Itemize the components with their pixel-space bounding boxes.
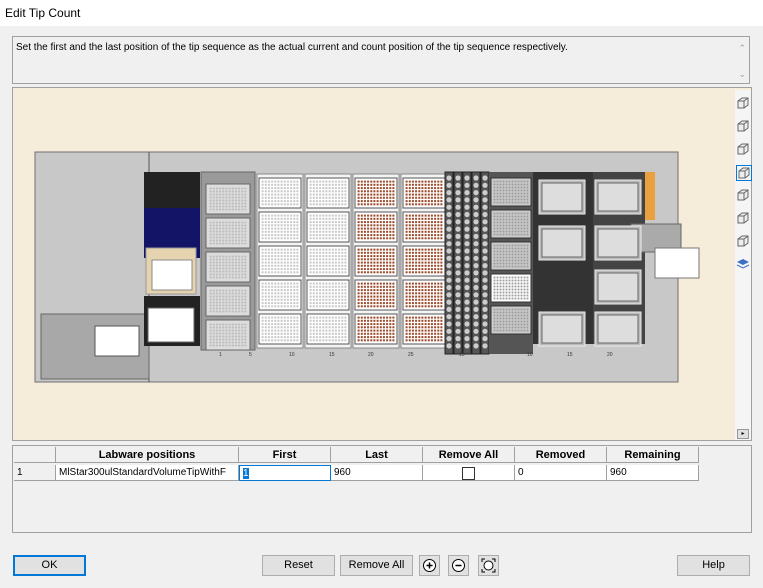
module-black — [144, 172, 200, 208]
waste-plate — [94, 325, 140, 357]
carrier-plate — [205, 285, 251, 317]
view-iso-3-icon[interactable] — [736, 142, 750, 156]
zoom-in-icon — [423, 559, 436, 572]
track-label: 15 — [567, 352, 573, 358]
cell-remove-all[interactable] — [423, 465, 515, 481]
zoom-fit-icon — [481, 558, 496, 573]
view-iso-6-icon[interactable] — [736, 211, 750, 225]
cell-remaining: 960 — [607, 465, 699, 481]
scroll-up-icon[interactable]: ⌃ — [738, 43, 746, 54]
track-label: 5 — [249, 352, 252, 358]
ok-button[interactable]: OK — [13, 555, 86, 576]
module-tan-inner — [151, 259, 193, 291]
title-bar: Edit Tip Count — [0, 0, 763, 26]
header-index — [14, 447, 56, 463]
track-label: 15 — [459, 352, 465, 358]
labware-grid: Labware positions First Last Remove All … — [12, 445, 752, 533]
instruction-text: Set the first and the last position of t… — [16, 42, 568, 53]
deck-viewer[interactable]: 1 5 10 15 20 25 15 10 15 20 ▸ — [12, 87, 752, 441]
view-iso-1-icon[interactable] — [736, 96, 750, 110]
cell-removed: 0 — [515, 465, 607, 481]
cell-labware[interactable]: MlStar300ulStandardVolumeTipWithF — [56, 465, 239, 481]
carrier-plate — [205, 183, 251, 215]
scroll-down-icon[interactable]: ⌄ — [738, 69, 746, 80]
reset-button[interactable]: Reset — [262, 555, 335, 576]
carrier-plate — [205, 319, 251, 351]
carrier-plate — [205, 251, 251, 283]
track-label: 15 — [329, 352, 335, 358]
zoom-out-button[interactable] — [448, 555, 469, 576]
orange-strip — [645, 172, 655, 220]
track-label: 1 — [219, 352, 222, 358]
cell-last[interactable]: 960 — [331, 465, 423, 481]
header-removed[interactable]: Removed — [515, 447, 607, 463]
remove-all-button[interactable]: Remove All — [340, 555, 413, 576]
resize-corner-icon[interactable]: ▸ — [737, 429, 749, 439]
first-value[interactable]: 1 — [243, 468, 249, 479]
layers-icon[interactable] — [736, 257, 750, 271]
header-last[interactable]: Last — [331, 447, 423, 463]
header-remaining[interactable]: Remaining — [607, 447, 699, 463]
view-iso-4-icon[interactable] — [736, 165, 752, 181]
view-iso-7-icon[interactable] — [736, 234, 750, 248]
carrier-plate — [205, 217, 251, 249]
track-label: 20 — [368, 352, 374, 358]
row-index: 1 — [14, 465, 56, 481]
cell-first[interactable]: 1 — [239, 465, 331, 481]
view-iso-5-icon[interactable] — [736, 188, 750, 202]
zoom-fit-button[interactable] — [478, 555, 499, 576]
zoom-out-icon — [452, 559, 465, 572]
header-remove-all[interactable]: Remove All — [423, 447, 515, 463]
header-first[interactable]: First — [239, 447, 331, 463]
deck-layout[interactable]: 1 5 10 15 20 25 15 10 15 20 — [13, 88, 733, 438]
track-label: 20 — [607, 352, 613, 358]
module-bottom-white — [147, 307, 195, 343]
instruction-box[interactable]: Set the first and the last position of t… — [12, 36, 750, 84]
window-title: Edit Tip Count — [5, 6, 81, 20]
right-white-box — [654, 247, 700, 279]
track-label: 25 — [408, 352, 414, 358]
track-label: 10 — [289, 352, 295, 358]
track-label: 10 — [527, 352, 533, 358]
zoom-in-button[interactable] — [419, 555, 440, 576]
header-labware[interactable]: Labware positions — [56, 447, 239, 463]
remove-all-checkbox[interactable] — [462, 467, 475, 480]
help-button[interactable]: Help — [677, 555, 750, 576]
view-toolbar — [735, 90, 752, 440]
view-iso-2-icon[interactable] — [736, 119, 750, 133]
